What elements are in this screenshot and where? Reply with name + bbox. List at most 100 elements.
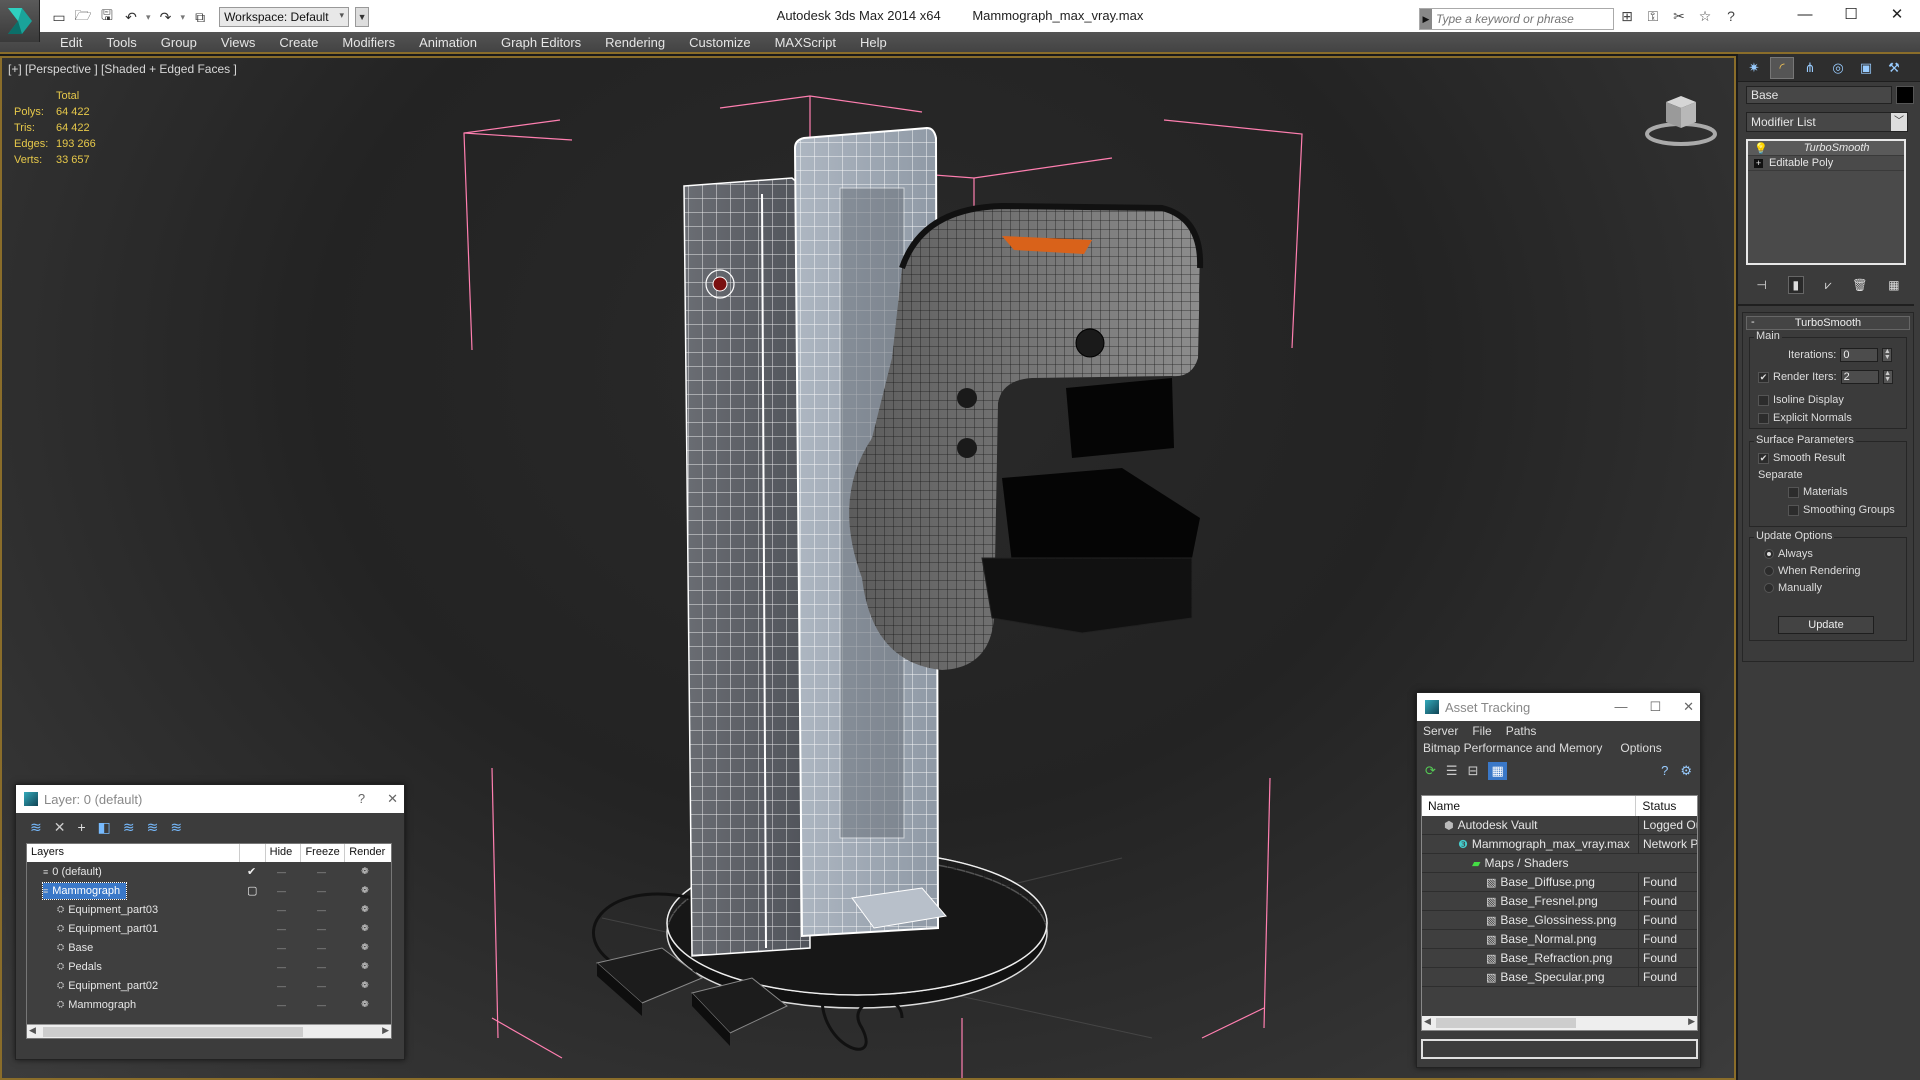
layer-name-cell[interactable]: ⛭ Equipment_part01	[57, 921, 164, 937]
layer-row[interactable]: ⛭ Base — — ❁	[27, 938, 391, 957]
stack-item-editable-poly[interactable]: + Editable Poly	[1748, 156, 1904, 171]
smoothing-groups-checkbox[interactable]	[1788, 504, 1799, 516]
scroll-left-icon[interactable]: ◀	[29, 1025, 36, 1036]
render-toggle-icon[interactable]: ❁	[361, 904, 369, 915]
column-freeze[interactable]: Freeze	[301, 844, 346, 862]
hide-toggle[interactable]: —	[277, 867, 286, 877]
menu-rendering[interactable]: Rendering	[593, 34, 677, 51]
object-color-swatch[interactable]	[1896, 86, 1914, 104]
hide-toggle[interactable]: —	[277, 1000, 286, 1010]
asset-row[interactable]: ▧ Base_Diffuse.png Found	[1422, 873, 1697, 892]
menu-views[interactable]: Views	[209, 34, 267, 51]
layer-name-cell[interactable]: ⛭ Pedals	[57, 959, 108, 975]
layer-row[interactable]: ⛭ Pedals — — ❁	[27, 957, 391, 976]
rollout-header[interactable]: - TurboSmooth	[1746, 316, 1910, 330]
dialog-title-bar[interactable]: Layer: 0 (default) ? ✕	[16, 785, 404, 813]
render-toggle-icon[interactable]: ❁	[361, 999, 369, 1010]
render-toggle-icon[interactable]: ❁	[361, 923, 369, 934]
layer-name-cell[interactable]: ⛭ Equipment_part03	[57, 902, 164, 918]
select-objects-icon[interactable]: ◧	[98, 819, 111, 836]
layer-properties-icon[interactable]: ≋	[170, 819, 182, 836]
asset-menu-paths[interactable]: Paths	[1506, 724, 1537, 738]
menu-graph-editors[interactable]: Graph Editors	[489, 34, 593, 51]
asset-row[interactable]: ▧ Base_Refraction.png Found	[1422, 949, 1697, 968]
update-option-when-rendering[interactable]: When Rendering	[1764, 565, 1861, 577]
help-button[interactable]: ?	[358, 791, 365, 807]
maximize-button[interactable]: ☐	[1649, 699, 1661, 715]
set-current-layer-icon[interactable]: ≋	[147, 819, 159, 836]
freeze-toggle[interactable]: —	[317, 867, 326, 877]
freeze-toggle[interactable]: —	[317, 962, 326, 972]
configure-modifier-sets-icon[interactable]: ▦	[1888, 278, 1899, 292]
menu-create[interactable]: Create	[267, 34, 330, 51]
asset-menu-file[interactable]: File	[1472, 724, 1491, 738]
hide-toggle[interactable]: —	[277, 905, 286, 915]
layer-name-cell[interactable]: ≡ Mammograph	[41, 881, 128, 900]
layer-row[interactable]: ⛭ Equipment_part01 — — ❁	[27, 919, 391, 938]
render-toggle-icon[interactable]: ❁	[361, 961, 369, 972]
scrollbar-thumb[interactable]	[1436, 1018, 1576, 1028]
star-icon[interactable]: ☆	[1696, 8, 1714, 26]
help-icon[interactable]: ?	[1661, 763, 1668, 779]
undo-icon[interactable]: ↶	[122, 8, 140, 26]
help-icon[interactable]: ?	[1722, 8, 1740, 26]
column-render[interactable]: Render	[345, 844, 391, 862]
settings-icon[interactable]: ⚙	[1680, 763, 1692, 779]
smooth-result-checkbox[interactable]: ✔	[1758, 452, 1769, 464]
redo-dropdown-icon[interactable]: ▾	[181, 12, 186, 23]
minimize-button[interactable]: —	[1614, 699, 1627, 715]
radio-button[interactable]	[1764, 549, 1774, 559]
asset-row[interactable]: ▧ Base_Glossiness.png Found	[1422, 911, 1697, 930]
freeze-toggle[interactable]: —	[317, 924, 326, 934]
key-icon[interactable]: ⚿	[1644, 8, 1662, 26]
close-button[interactable]: ✕	[387, 791, 398, 807]
isoline-display-checkbox[interactable]	[1758, 394, 1769, 406]
open-folder-icon[interactable]: 🗁	[74, 7, 92, 26]
binoculars-icon[interactable]: ⊞	[1618, 8, 1636, 26]
select-layer-icon[interactable]: ≋	[123, 819, 135, 836]
table-view-icon[interactable]: ▦	[1488, 762, 1507, 780]
utilities-tab-icon[interactable]: ⚒	[1882, 57, 1906, 79]
viewport-label-menu[interactable]: [+] [Perspective ] [Shaded + Edged Faces…	[8, 62, 237, 76]
horizontal-scrollbar[interactable]: ◀ ▶	[1422, 1016, 1697, 1030]
app-menu-button[interactable]	[0, 0, 40, 42]
expand-plus-icon[interactable]: +	[1754, 158, 1763, 168]
display-tab-icon[interactable]: ▣	[1854, 57, 1878, 79]
modifier-list-dropdown[interactable]: Modifier List ﹀	[1746, 112, 1908, 132]
hide-toggle[interactable]: —	[277, 962, 286, 972]
freeze-toggle[interactable]: —	[317, 943, 326, 953]
update-option-manually[interactable]: Manually	[1764, 582, 1822, 594]
toolbar-customize-button[interactable]: ▼	[355, 7, 370, 27]
asset-row[interactable]: ▧ Base_Fresnel.png Found	[1422, 892, 1697, 911]
current-layer-check-icon[interactable]: ✔	[247, 865, 256, 878]
freeze-toggle[interactable]: —	[317, 905, 326, 915]
show-end-result-icon[interactable]: ▮	[1787, 276, 1805, 294]
iterations-spinner-field[interactable]: 0	[1840, 348, 1879, 362]
explicit-normals-checkbox[interactable]	[1758, 412, 1769, 424]
maximize-button[interactable]: ☐	[1828, 0, 1874, 32]
project-folder-icon[interactable]: ⧉	[191, 8, 209, 26]
materials-checkbox[interactable]	[1788, 486, 1799, 498]
minimize-button[interactable]: —	[1782, 0, 1828, 32]
menu-maxscript[interactable]: MAXScript	[763, 34, 848, 51]
render-iters-checkbox[interactable]: ✔	[1758, 371, 1769, 383]
render-toggle-icon[interactable]: ❁	[361, 980, 369, 991]
close-button[interactable]: ✕	[1874, 0, 1920, 32]
update-option-always[interactable]: Always	[1764, 548, 1813, 560]
create-layer-icon[interactable]: ≋	[30, 819, 42, 836]
menu-customize[interactable]: Customize	[677, 34, 762, 51]
make-unique-icon[interactable]: ⩗	[1825, 278, 1832, 293]
refresh-icon[interactable]: ⟳	[1425, 763, 1436, 779]
menu-modifiers[interactable]: Modifiers	[330, 34, 407, 51]
modify-tab-icon[interactable]: ◜	[1770, 57, 1794, 79]
radio-button[interactable]	[1764, 583, 1774, 593]
asset-row[interactable]: ❸ Mammograph_max_vray.max Network Path	[1422, 835, 1697, 854]
stack-item-turbosmooth[interactable]: 💡 TurboSmooth	[1748, 141, 1904, 156]
lightbulb-icon[interactable]: 💡	[1754, 142, 1768, 155]
layer-row[interactable]: ⛭ Equipment_part03 — — ❁	[27, 900, 391, 919]
viewcube[interactable]	[1642, 88, 1720, 152]
render-toggle-icon[interactable]: ❁	[361, 866, 369, 877]
object-name-field[interactable]: Base	[1746, 86, 1892, 104]
freeze-toggle[interactable]: —	[317, 1000, 326, 1010]
column-layers[interactable]: Layers	[27, 844, 240, 862]
